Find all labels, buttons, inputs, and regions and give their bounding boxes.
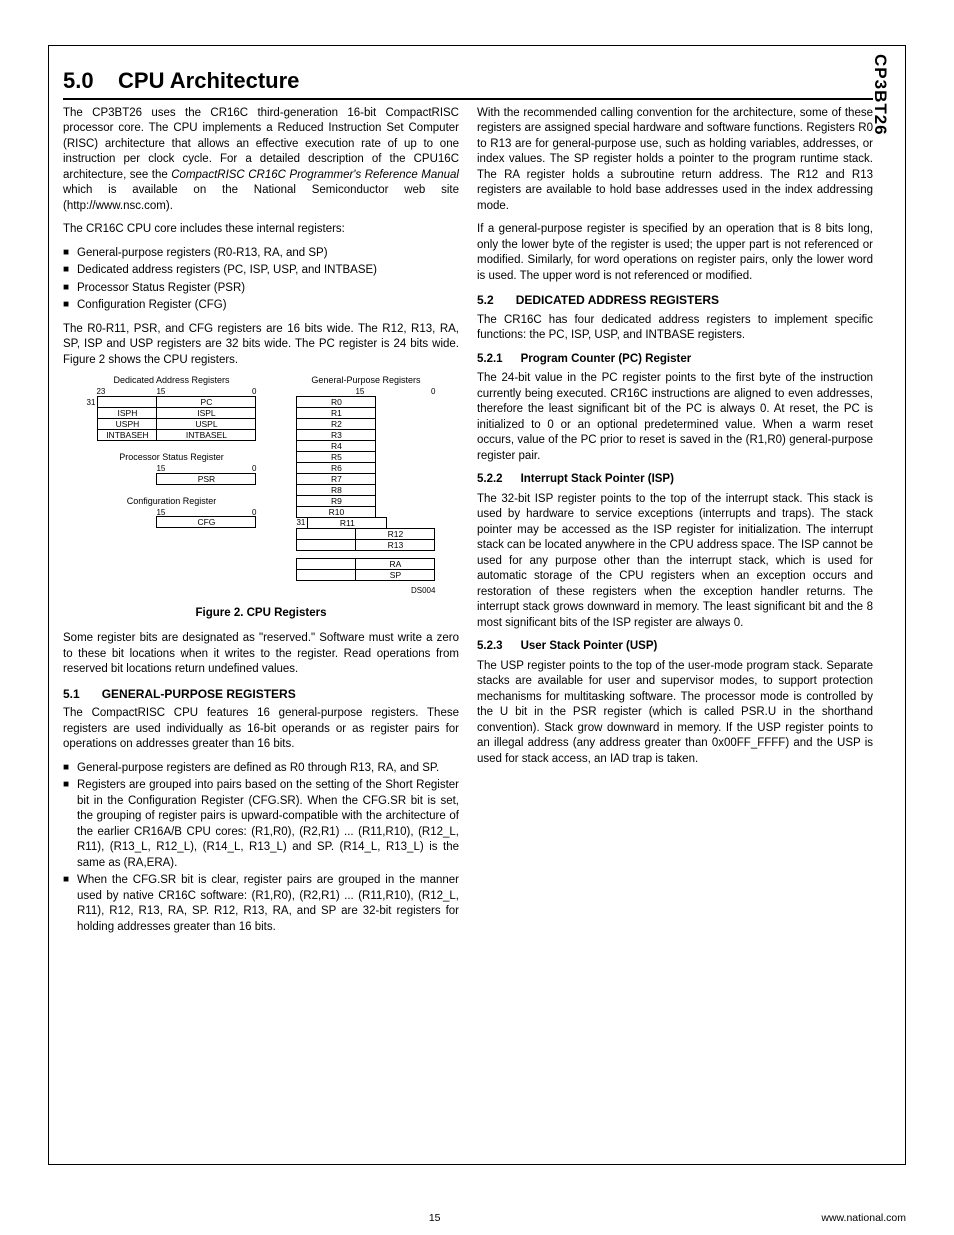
reserved-p: Some register bits are designated as "re…	[63, 631, 459, 678]
page-footer: www.national.com 15	[48, 1211, 906, 1225]
subhead-5-2-3: 5.2.3 User Stack Pointer (USP)	[477, 639, 873, 655]
s521-p: The 24-bit value in the PC register poin…	[477, 371, 873, 464]
subhead-5-2-1: 5.2.1 Program Counter (PC) Register	[477, 352, 873, 368]
s51-p3: With the recommended calling convention …	[477, 106, 873, 215]
figure-cpu-registers: Dedicated Address Registers 23 15 0 31 P…	[63, 376, 459, 621]
title-number: 5.0	[63, 68, 94, 93]
title-text: CPU Architecture	[118, 68, 299, 93]
footer-url: www.national.com	[821, 1211, 906, 1225]
subhead-5-1: 5.1 GENERAL-PURPOSE REGISTERS	[63, 686, 459, 702]
s51-list: General-purpose registers are defined as…	[63, 761, 459, 936]
list-item: General-purpose registers (R0-R13, RA, a…	[63, 246, 459, 262]
list-item: Processor Status Register (PSR)	[63, 281, 459, 297]
list-item: When the CFG.SR bit is clear, register p…	[63, 873, 459, 935]
footer-page-number: 15	[48, 1211, 906, 1225]
s51-p4: If a general-purpose register is specifi…	[477, 222, 873, 284]
intro-p2: The CR16C CPU core includes these intern…	[63, 222, 459, 238]
s51-p1: The CompactRISC CPU features 16 general-…	[63, 706, 459, 753]
intro-list: General-purpose registers (R0-R13, RA, a…	[63, 246, 459, 314]
figure-caption: Figure 2. CPU Registers	[63, 606, 459, 622]
side-tab: CP3BT26	[868, 54, 891, 136]
subhead-5-2-2: 5.2.2 Interrupt Stack Pointer (ISP)	[477, 472, 873, 488]
intro-p3: The R0-R11, PSR, and CFG registers are 1…	[63, 322, 459, 369]
list-item: Registers are grouped into pairs based o…	[63, 778, 459, 871]
list-item: General-purpose registers are defined as…	[63, 761, 459, 777]
list-item: Configuration Register (CFG)	[63, 298, 459, 314]
intro-p1: The CP3BT26 uses the CR16C third-generat…	[63, 106, 459, 215]
list-item: Dedicated address registers (PC, ISP, US…	[63, 263, 459, 279]
section-title: 5.0 CPU Architecture	[63, 66, 873, 100]
s52-p1: The CR16C has four dedicated address reg…	[477, 313, 873, 344]
s523-p: The USP register points to the top of th…	[477, 659, 873, 768]
s522-p: The 32-bit ISP register points to the to…	[477, 492, 873, 632]
subhead-5-2: 5.2 DEDICATED ADDRESS REGISTERS	[477, 292, 873, 308]
